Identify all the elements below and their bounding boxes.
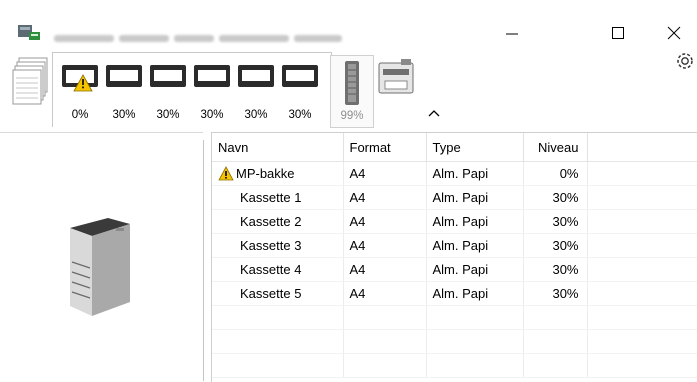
cassette-3-percent: 30% — [200, 109, 224, 121]
table-header-row: Navn Format Type Niveau — [212, 133, 697, 162]
row-level: 30% — [523, 257, 588, 282]
mp-tray-percent: 0% — [71, 109, 89, 121]
row-format: A4 — [343, 209, 427, 234]
device-status-toolbar: 0% 30% 30% 30% 30% 30% 99% — [0, 46, 697, 132]
warning-icon — [218, 166, 234, 181]
row-type: Alm. Papi — [426, 209, 524, 234]
maximize-button[interactable] — [595, 18, 641, 46]
cassette-3-icon — [194, 65, 230, 87]
table-row[interactable]: Kassette 2 A4 Alm. Papi 30% — [212, 209, 697, 234]
toner-panel[interactable]: 99% — [330, 55, 374, 128]
collapse-chevron-icon[interactable] — [427, 108, 441, 118]
cassette-4-percent: 30% — [244, 109, 268, 121]
minimize-button[interactable] — [489, 18, 535, 46]
row-level: 0% — [523, 161, 588, 186]
table-row[interactable]: Kassette 5 A4 Alm. Papi 30% — [212, 281, 697, 306]
row-type: Alm. Papi — [426, 185, 524, 210]
row-format: A4 — [343, 281, 427, 306]
col-header-empty — [587, 133, 697, 162]
row-name: Kassette 3 — [212, 233, 344, 258]
row-name: Kassette 1 — [212, 185, 344, 210]
window-title-obscured — [54, 30, 354, 42]
col-header-format[interactable]: Format — [343, 133, 427, 162]
paper-tray-panel[interactable]: 0% 30% 30% 30% 30% 30% — [52, 52, 332, 127]
empty-row — [212, 329, 697, 354]
printer-image — [70, 218, 130, 316]
row-name-cell: MP-bakke — [212, 161, 344, 186]
row-type: Alm. Papi — [426, 233, 524, 258]
row-format: A4 — [343, 161, 427, 186]
gear-icon[interactable] — [674, 50, 696, 72]
printer-app-icon — [18, 25, 40, 40]
mp-tray-icon — [62, 65, 98, 92]
empty-row — [212, 305, 697, 330]
empty-row — [212, 353, 697, 378]
paper-stack-icon[interactable] — [11, 56, 51, 112]
row-type: Alm. Papi — [426, 161, 524, 186]
cassette-1-percent: 30% — [112, 109, 136, 121]
row-name: Kassette 2 — [212, 209, 344, 234]
col-header-level[interactable]: Niveau — [523, 133, 588, 162]
row-format: A4 — [343, 257, 427, 282]
minimize-icon — [506, 33, 518, 35]
row-level: 30% — [523, 209, 588, 234]
col-header-type[interactable]: Type — [426, 133, 524, 162]
row-format: A4 — [343, 233, 427, 258]
cassette-5-icon — [282, 65, 318, 87]
row-level: 30% — [523, 185, 588, 210]
maximize-icon — [612, 27, 624, 39]
cassette-5-percent: 30% — [288, 109, 312, 121]
table-row[interactable]: Kassette 4 A4 Alm. Papi 30% — [212, 257, 697, 282]
tray-table: Navn Format Type Niveau MP-bakke A4 Alm.… — [211, 132, 697, 382]
row-format: A4 — [343, 185, 427, 210]
row-name: MP-bakke — [236, 166, 295, 181]
row-name: Kassette 5 — [212, 281, 344, 306]
cassette-4-icon — [238, 65, 274, 87]
row-name: Kassette 4 — [212, 257, 344, 282]
printer-tab-icon[interactable] — [375, 55, 419, 105]
row-level: 30% — [523, 281, 588, 306]
row-type: Alm. Papi — [426, 257, 524, 282]
cassette-2-icon — [150, 65, 186, 87]
cassette-1-icon — [106, 65, 142, 87]
close-button[interactable] — [651, 18, 697, 46]
row-level: 30% — [523, 233, 588, 258]
close-icon — [667, 26, 681, 40]
table-row[interactable]: Kassette 3 A4 Alm. Papi 30% — [212, 233, 697, 258]
pane-splitter[interactable] — [203, 140, 204, 381]
row-type: Alm. Papi — [426, 281, 524, 306]
toner-percent: 99% — [340, 110, 364, 122]
title-bar — [0, 0, 697, 46]
table-row[interactable]: MP-bakke A4 Alm. Papi 0% — [212, 161, 697, 186]
toner-cartridge-icon — [345, 61, 359, 105]
col-header-name[interactable]: Navn — [212, 133, 344, 162]
cassette-2-percent: 30% — [156, 109, 180, 121]
table-row[interactable]: Kassette 1 A4 Alm. Papi 30% — [212, 185, 697, 210]
